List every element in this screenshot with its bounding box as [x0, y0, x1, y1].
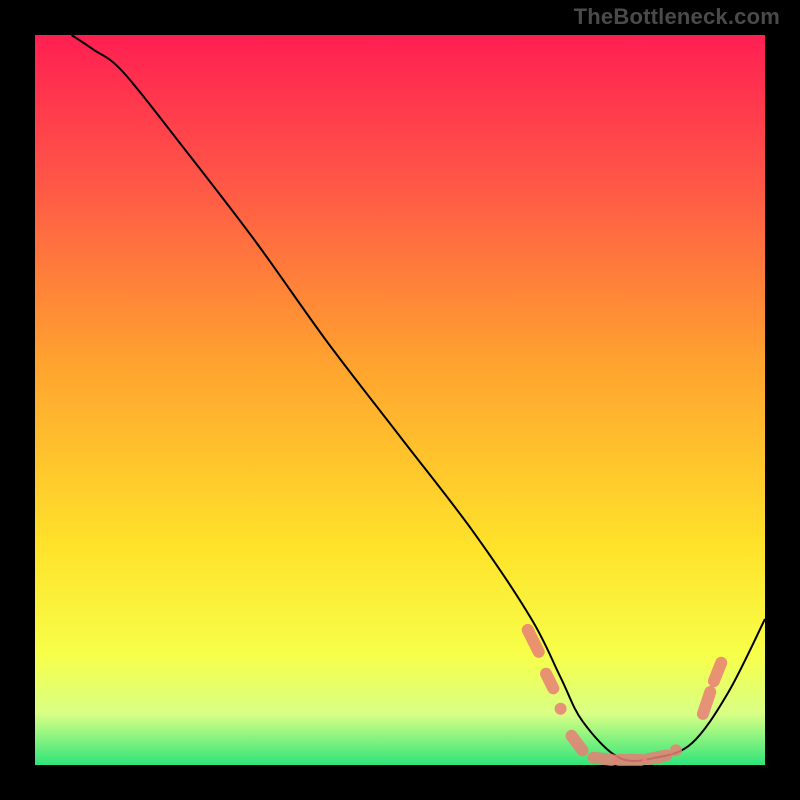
chart-container: TheBottleneck.com [0, 0, 800, 800]
chart-svg [0, 0, 800, 800]
curve-marker-dash [648, 756, 666, 760]
curve-marker-dash [703, 692, 710, 714]
curve-marker-dash [714, 663, 721, 681]
curve-marker-dash [546, 674, 553, 689]
curve-marker-dot [555, 703, 567, 715]
plot-background [35, 35, 765, 765]
curve-marker-dot [670, 744, 682, 756]
curve-marker-dash [593, 758, 611, 760]
